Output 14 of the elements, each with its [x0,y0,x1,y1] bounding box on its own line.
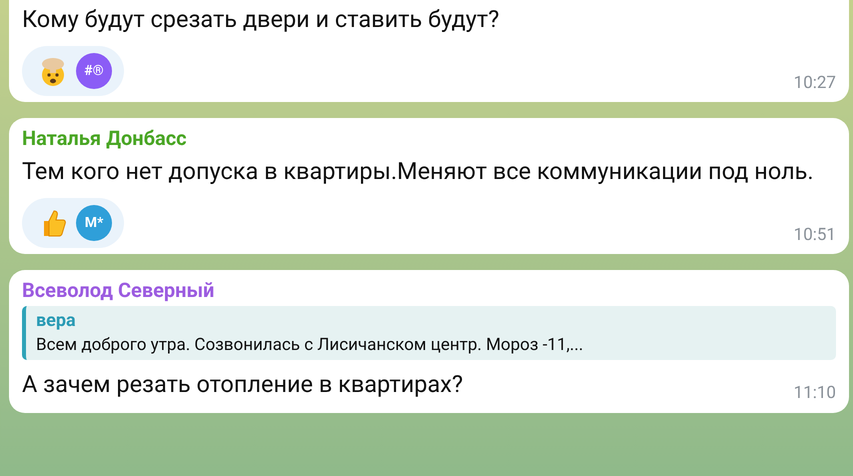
message-time: 11:10 [794,382,836,405]
reaction-pill[interactable]: M* [22,198,124,248]
reactor-avatar: M* [76,205,112,241]
message-text: Тем кого нет допуска в квартиры.Меняют все коммуникации под ноль. [22,156,814,187]
message-text: А зачем резать отопление в квартирах? [22,369,463,400]
sender-name: Наталья Донбасс [22,125,188,152]
reactor-avatar: #® [76,53,112,89]
message-text: Кому будут срезать двери и ставить будут? [22,4,500,35]
reaction-pill[interactable]: #® [22,46,124,96]
reply-author: вера [36,309,77,333]
message-time: 10:27 [794,72,836,94]
message-time: 10:51 [794,224,836,246]
sender-name: Всеволод Северный [22,277,216,304]
reply-text: Всем доброго утра. Созвонилась с Лисичанском центр. Мороз -11,... [36,334,584,357]
